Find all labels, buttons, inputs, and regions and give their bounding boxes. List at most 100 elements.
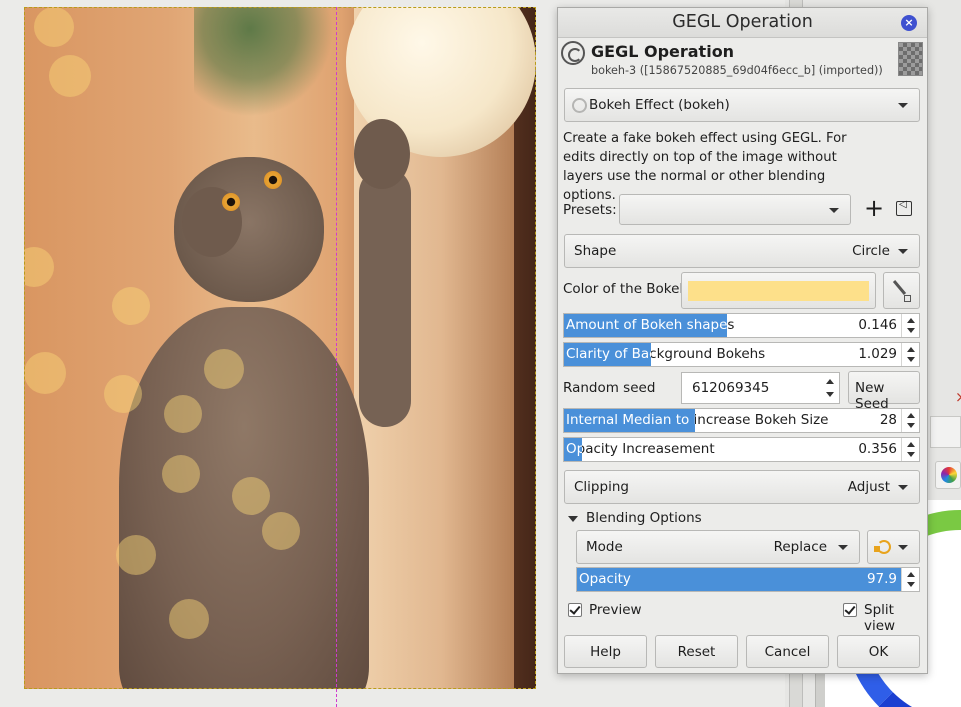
presets-select[interactable]	[619, 194, 851, 225]
canvas-cat-eye	[222, 193, 240, 211]
clipping-label: Clipping	[574, 479, 629, 495]
opacity-value: 97.9	[866, 571, 897, 587]
split-view-label: Split view	[864, 602, 896, 634]
dialog-titlebar[interactable]: GEGL Operation ×	[558, 8, 927, 38]
canvas-cat-paw	[354, 119, 410, 189]
opacity-fill: Opacity	[577, 568, 912, 591]
help-button[interactable]: Help	[564, 635, 647, 668]
canvas-leaves	[194, 7, 334, 117]
dialog-header: GEGL Operation bokeh-3 ([15867520885_69d…	[558, 38, 927, 82]
canvas-cat-eye	[264, 171, 282, 189]
ok-button[interactable]: OK	[837, 635, 920, 668]
chevron-down-icon	[898, 103, 908, 108]
help-label: Help	[590, 644, 621, 660]
shape-value: Circle	[852, 243, 890, 259]
seed-value: 612069345	[692, 380, 770, 396]
add-preset-icon[interactable]: +	[864, 195, 884, 223]
bokeh-circle	[24, 352, 66, 394]
median-spinscale[interactable]: Internal Median to increase Bokeh Size I…	[563, 408, 920, 433]
median-label-highlight: Internal Median to increase Bokeh Size	[566, 412, 695, 428]
chevron-down-icon	[898, 249, 908, 254]
color-picker-icon[interactable]	[883, 272, 920, 309]
bokeh-circle	[204, 349, 244, 389]
bokeh-circle	[112, 287, 150, 325]
seed-input[interactable]: 612069345	[681, 372, 840, 404]
opacity-spinscale[interactable]: Opacity Opacity 97.9	[576, 567, 920, 592]
color-wheel-icon[interactable]	[935, 461, 961, 489]
spin-arrows[interactable]	[901, 343, 919, 366]
bokeh-circle	[162, 455, 200, 493]
dialog-title: GEGL Operation	[672, 12, 813, 32]
mode-switch-icon	[874, 540, 891, 554]
chevron-down-icon	[898, 485, 908, 490]
reset-label: Reset	[677, 644, 716, 660]
spin-arrows[interactable]	[901, 568, 919, 591]
presets-label: Presets:	[563, 202, 617, 218]
cancel-button[interactable]: Cancel	[746, 635, 829, 668]
bokeh-color-button[interactable]	[681, 272, 876, 309]
chevron-down-icon	[829, 208, 839, 213]
ok-label: OK	[868, 644, 889, 660]
spin-arrows[interactable]	[821, 373, 839, 403]
opacity-increase-label: Opacity Increasement	[566, 441, 715, 457]
opacity-increase-label-highlight: Opacity Increasement	[566, 441, 582, 457]
bokeh-circle	[34, 7, 74, 47]
amount-label-highlight: Amount of Bokeh shapes	[566, 317, 728, 333]
spin-arrows[interactable]	[901, 438, 919, 461]
amount-spinscale[interactable]: Amount of Bokeh shapes Amount of Bokeh s…	[563, 313, 920, 338]
bokeh-circle	[24, 247, 54, 287]
mode-switch-button[interactable]	[867, 530, 920, 564]
gegl-operation-dialog: GEGL Operation × GEGL Operation bokeh-3 …	[557, 7, 928, 674]
bokeh-circle	[232, 477, 270, 515]
cancel-label: Cancel	[764, 644, 811, 660]
bokeh-circle	[49, 55, 91, 97]
layer-thumbnail	[898, 42, 923, 76]
shape-label: Shape	[574, 243, 617, 259]
mode-value: Replace	[773, 539, 827, 555]
blending-options-expander[interactable]: Blending Options	[568, 510, 702, 526]
chevron-down-icon	[898, 545, 908, 550]
median-value: 28	[879, 412, 897, 428]
preview-label: Preview	[589, 602, 642, 618]
reset-button[interactable]: Reset	[655, 635, 738, 668]
shape-select[interactable]: Shape Circle	[564, 234, 920, 268]
spin-arrows[interactable]	[901, 314, 919, 337]
clipping-select[interactable]: Clipping Adjust	[564, 470, 920, 504]
new-seed-button[interactable]: New Seed	[848, 371, 920, 412]
opacity-increase-value: 0.356	[858, 441, 897, 457]
canvas-cat-arm	[359, 167, 411, 427]
chevron-down-icon	[838, 545, 848, 550]
opacity-increase-spinscale[interactable]: Opacity Increasement Opacity Increasemen…	[563, 437, 920, 462]
bokeh-circle	[262, 512, 300, 550]
opacity-label-highlight: Opacity	[579, 571, 631, 587]
header-name: GEGL Operation	[591, 42, 735, 61]
clarity-value: 1.029	[858, 346, 897, 362]
color-label: Color of the Bokeh	[563, 281, 689, 297]
close-icon[interactable]: ×	[901, 15, 917, 31]
blending-options-label: Blending Options	[586, 510, 702, 526]
split-view-checkbox[interactable]	[843, 603, 857, 617]
gegl-logo-icon	[572, 98, 587, 113]
image-canvas[interactable]	[24, 7, 536, 689]
preset-menu-icon[interactable]	[896, 199, 912, 216]
close-icon[interactable]: ×	[955, 388, 961, 406]
amount-value: 0.146	[858, 317, 897, 333]
seed-label: Random seed	[563, 380, 656, 396]
opacity-increase-fill: Opacity Increasement	[564, 438, 582, 461]
spin-arrows[interactable]	[901, 409, 919, 432]
clipping-value: Adjust	[847, 479, 890, 495]
clarity-spinscale[interactable]: Clarity of Background Bokehs Clarity of …	[563, 342, 920, 367]
clarity-fill: Clarity of Background Bokehs	[564, 343, 651, 366]
median-fill: Internal Median to increase Bokeh Size	[564, 409, 696, 432]
mode-label: Mode	[586, 539, 623, 555]
mode-select[interactable]: Mode Replace	[576, 530, 860, 564]
bokeh-circle	[104, 375, 142, 413]
preview-checkbox[interactable]	[568, 603, 582, 617]
gegl-logo-icon	[561, 41, 585, 65]
header-subtitle: bokeh-3 ([15867520885_69d04f6ecc_b] (imp…	[591, 64, 883, 77]
bokeh-color-swatch	[688, 281, 869, 301]
dock-tab[interactable]	[930, 416, 961, 448]
operation-select[interactable]: Bokeh Effect (bokeh)	[564, 88, 920, 122]
bokeh-circle	[116, 535, 156, 575]
bokeh-circle	[169, 599, 209, 639]
